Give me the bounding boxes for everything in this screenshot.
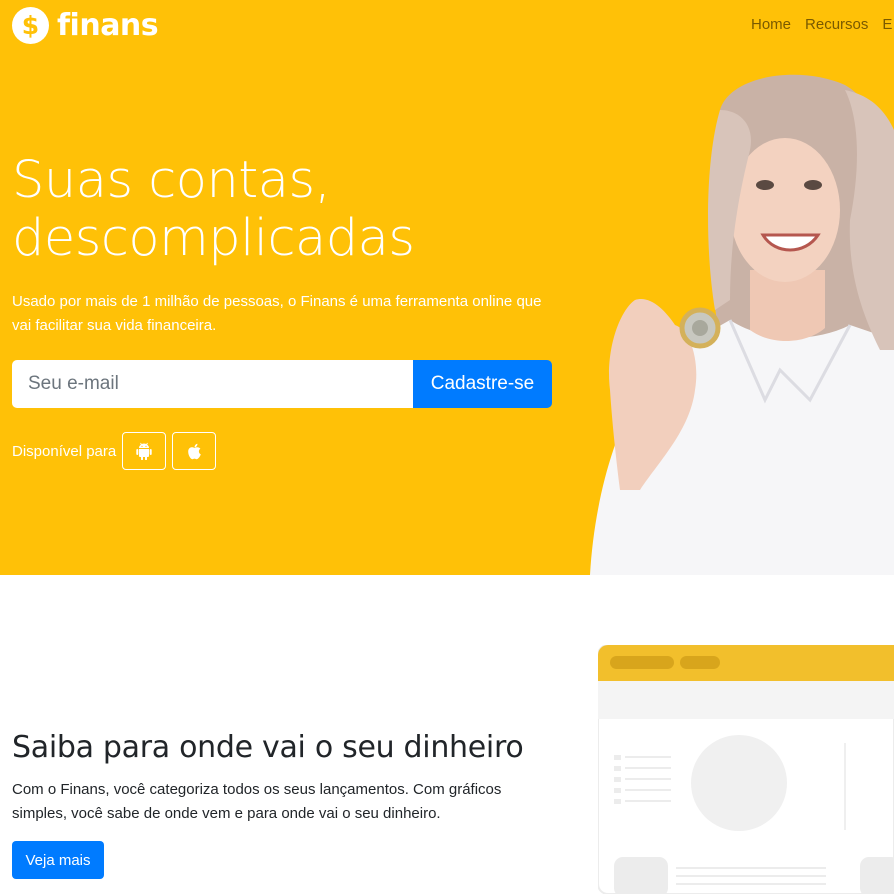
nav-home[interactable]: Home <box>751 16 791 33</box>
android-store-button[interactable] <box>122 432 167 470</box>
hero-section: $ finans Home Recursos E Suas contas, de… <box>0 0 894 575</box>
app-mockup-illustration <box>598 645 894 894</box>
apple-icon <box>187 443 201 459</box>
logo[interactable]: $ finans <box>12 7 159 44</box>
available-platforms: Disponível para <box>12 432 217 470</box>
hero-title-line-2: descomplicadas <box>12 209 415 268</box>
nav-item-truncated[interactable]: E <box>882 16 892 33</box>
dollar-coin-icon: $ <box>12 7 49 44</box>
hero-woman-photo <box>590 74 894 575</box>
android-icon <box>136 442 152 460</box>
feature-text: Com o Finans, você categoriza todos os s… <box>12 781 502 822</box>
signup-button[interactable]: Cadastre-se <box>413 360 552 408</box>
hero-subtitle: Usado por mais de 1 milhão de pessoas, o… <box>12 293 542 334</box>
top-nav: Home Recursos E <box>751 16 892 33</box>
apple-store-button[interactable] <box>172 432 217 470</box>
brand-name: finans <box>57 8 159 43</box>
nav-recursos[interactable]: Recursos <box>805 16 868 33</box>
available-label: Disponível para <box>12 442 117 460</box>
email-input[interactable] <box>12 360 413 408</box>
hero-title: Suas contas, descomplicadas <box>12 151 415 268</box>
feature-title: Saiba para onde vai o seu dinheiro <box>12 730 524 765</box>
more-button[interactable]: Veja mais <box>12 841 104 879</box>
signup-form: Cadastre-se <box>12 360 552 408</box>
hero-title-line-1: Suas contas, <box>12 151 331 210</box>
